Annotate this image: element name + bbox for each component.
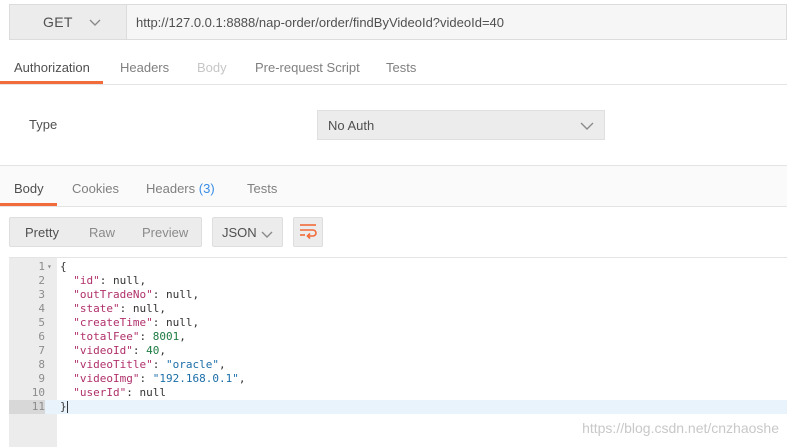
- tab-headers[interactable]: Headers: [120, 60, 169, 75]
- code-line: 3 "outTradeNo": null,: [9, 288, 787, 302]
- chevron-down-icon: [261, 227, 273, 242]
- raw-button[interactable]: Raw: [89, 225, 115, 240]
- line-number: 2: [38, 274, 45, 287]
- preview-button[interactable]: Preview: [142, 225, 188, 240]
- code-line: 7 "videoId": 40,: [9, 344, 787, 358]
- tab-pre-request-script[interactable]: Pre-request Script: [255, 60, 360, 75]
- code-text: "userId": null: [73, 386, 166, 399]
- chevron-down-icon: [89, 15, 101, 30]
- line-number: 10: [31, 386, 45, 399]
- code-text: "videoTitle": "oracle",: [73, 358, 226, 371]
- response-toolbar: Pretty Raw Preview JSON: [0, 207, 787, 257]
- code-text: }: [60, 400, 68, 413]
- line-number: 8: [38, 358, 45, 371]
- response-headers-label: Headers: [146, 181, 196, 196]
- headers-count-badge: (3): [198, 181, 215, 196]
- code-line: 9 "videoImg": "192.168.0.1",: [9, 372, 787, 386]
- url-input[interactable]: http://127.0.0.1:8888/nap-order/order/fi…: [126, 4, 787, 40]
- tab-body[interactable]: Body: [197, 60, 227, 75]
- fold-toggle-icon[interactable]: ▾: [47, 260, 52, 274]
- code-line: 8 "videoTitle": "oracle",: [9, 358, 787, 372]
- code-line: 2 "id": null,: [9, 274, 787, 288]
- wrap-lines-button[interactable]: [293, 217, 323, 247]
- tab-tests[interactable]: Tests: [386, 60, 416, 75]
- tab-response-body[interactable]: Body: [14, 181, 44, 196]
- tab-authorization[interactable]: Authorization: [14, 60, 90, 75]
- code-line: 6 "totalFee": 8001,: [9, 330, 787, 344]
- auth-type-value: No Auth: [328, 117, 375, 133]
- code-text: "createTime": null,: [73, 316, 200, 329]
- code-text: "outTradeNo": null,: [73, 288, 200, 301]
- code-text: "videoId": 40,: [73, 344, 166, 357]
- tab-cookies[interactable]: Cookies: [72, 181, 119, 196]
- code-line: 11}: [9, 400, 787, 414]
- auth-type-label: Type: [29, 117, 58, 132]
- line-number: 1: [38, 260, 45, 273]
- wrap-lines-icon: [299, 223, 317, 242]
- chevron-down-icon: [580, 119, 594, 134]
- code-line: 10 "userId": null: [9, 386, 787, 400]
- line-number: 4: [38, 302, 45, 315]
- response-tabs: Body Cookies Headers (3) Tests: [0, 166, 787, 207]
- code-text: {: [60, 260, 67, 273]
- code-line: 5 "createTime": null,: [9, 316, 787, 330]
- line-number: 11: [9, 400, 45, 414]
- method-label: GET: [43, 14, 73, 30]
- code-text: "videoImg": "192.168.0.1",: [73, 372, 246, 385]
- line-number: 5: [38, 316, 45, 329]
- format-label: JSON: [222, 225, 257, 240]
- request-url-bar: GET http://127.0.0.1:8888/nap-order/orde…: [0, 0, 787, 44]
- code-text: "state": null,: [73, 302, 166, 315]
- code-text: "totalFee": 8001,: [73, 330, 186, 343]
- request-tabs: Authorization Headers Body Pre-request S…: [0, 52, 787, 85]
- active-response-tab-indicator: [0, 203, 57, 206]
- authorization-panel: Type No Auth: [0, 85, 787, 166]
- code-line: 4 "state": null,: [9, 302, 787, 316]
- response-body-editor[interactable]: 1 ▾{2 "id": null, 3 "outTradeNo": null, 4 "…: [9, 257, 787, 447]
- tab-response-tests[interactable]: Tests: [247, 181, 277, 196]
- code-line: 1 ▾ {: [9, 260, 787, 274]
- format-select[interactable]: JSON: [212, 217, 283, 247]
- line-number: 6: [38, 330, 45, 343]
- pretty-button[interactable]: Pretty: [25, 225, 59, 240]
- line-number: 3: [38, 288, 45, 301]
- code-text: "id": null,: [73, 274, 147, 287]
- view-mode-group: Pretty Raw Preview: [9, 217, 202, 247]
- tab-response-headers[interactable]: Headers (3): [146, 181, 215, 196]
- active-tab-indicator: [0, 81, 103, 84]
- method-select[interactable]: GET: [9, 4, 126, 40]
- auth-type-select[interactable]: No Auth: [317, 110, 605, 140]
- line-number: 7: [38, 344, 45, 357]
- line-number: 9: [38, 372, 45, 385]
- watermark-text: https://blog.csdn.net/cnzhaoshe: [582, 420, 779, 436]
